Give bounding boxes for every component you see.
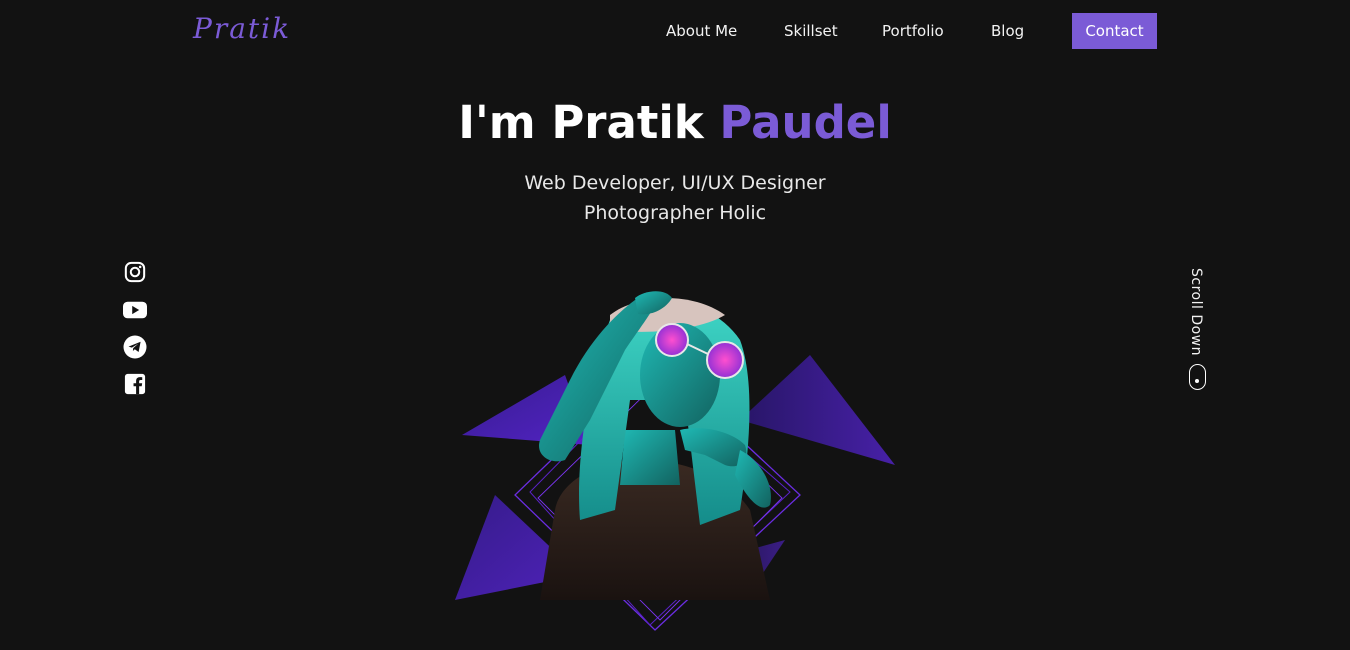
top-nav: Pratik About Me Skillset Portfolio Blog … [0,0,1350,60]
nav-blog[interactable]: Blog [991,22,1024,40]
hero-title: I'm Pratik Paudel [0,96,1350,149]
hero-title-main: I'm Pratik [458,96,720,149]
contact-button[interactable]: Contact [1072,13,1157,49]
instagram-icon[interactable] [123,260,147,284]
youtube-icon[interactable] [123,298,147,322]
scroll-down-label: Scroll Down [1188,268,1204,356]
telegram-icon[interactable] [123,335,147,359]
hero-subtitle-line2: Photographer Holic [583,202,767,224]
hero-portrait-image [455,291,895,631]
hero-title-accent: Paudel [719,96,892,149]
hero-subtitle-line1: Web Developer, UI/UX Designer [524,172,826,194]
page: Pratik About Me Skillset Portfolio Blog … [0,0,1350,650]
logo[interactable]: Pratik [193,12,291,45]
nav-about-me[interactable]: About Me [666,22,737,40]
scroll-mouse-icon[interactable] [1189,364,1206,390]
scroll-mouse-dot [1195,379,1199,383]
nav-portfolio[interactable]: Portfolio [882,22,944,40]
nav-skillset[interactable]: Skillset [784,22,838,40]
facebook-icon[interactable] [123,372,147,396]
